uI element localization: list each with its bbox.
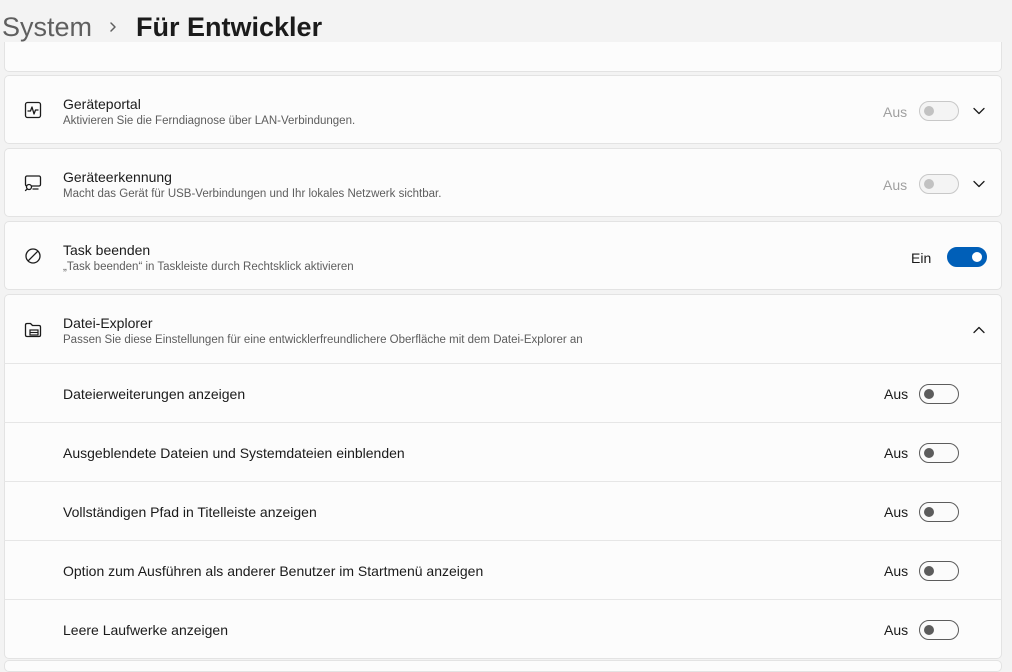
toggle-state-label: Aus [883, 177, 908, 193]
setting-device-portal[interactable]: Geräteportal Aktivieren Sie die Ferndiag… [4, 75, 1002, 144]
chevron-down-icon[interactable] [971, 176, 987, 192]
setting-file-explorer[interactable]: Datei-Explorer Passen Sie diese Einstell… [4, 294, 1002, 364]
setting-device-discovery[interactable]: Geräteerkennung Macht das Gerät für USB-… [4, 148, 1002, 217]
setting-description: Aktivieren Sie die Ferndiagnose über LAN… [63, 115, 356, 127]
show-extensions-toggle[interactable] [919, 384, 959, 404]
page-title: Für Entwickler [136, 11, 323, 42]
setting-description: „Task beenden“ in Taskleiste durch Recht… [63, 261, 354, 273]
option-label: Ausgeblendete Dateien und Systemdateien … [63, 445, 405, 461]
full-path-toggle[interactable] [919, 502, 959, 522]
setting-end-task[interactable]: Task beenden „Task beenden“ in Taskleist… [4, 221, 1002, 290]
previous-card-stub [4, 42, 1002, 72]
setting-title: Geräteportal [63, 96, 141, 112]
file-explorer-option: Vollständigen Pfad in Titelleiste anzeig… [4, 481, 1002, 540]
setting-description: Macht das Gerät für USB-Verbindungen und… [63, 188, 442, 200]
device-search-icon [23, 173, 43, 193]
folder-icon [23, 320, 43, 340]
file-explorer-option: Option zum Ausführen als anderer Benutze… [4, 540, 1002, 599]
chevron-up-icon[interactable] [971, 322, 987, 338]
show-hidden-files-toggle[interactable] [919, 443, 959, 463]
toggle-state-label: Ein [911, 250, 932, 266]
block-icon [23, 246, 43, 266]
toggle-state-label: Aus [884, 445, 909, 461]
pulse-monitor-icon [23, 100, 43, 120]
end-task-toggle[interactable] [947, 247, 987, 267]
file-explorer-option: Ausgeblendete Dateien und Systemdateien … [4, 422, 1002, 481]
next-card-stub [4, 660, 1002, 672]
option-label: Option zum Ausführen als anderer Benutze… [63, 563, 484, 579]
chevron-right-icon [108, 21, 118, 33]
file-explorer-option: Dateierweiterungen anzeigen Aus [4, 363, 1002, 422]
setting-description: Passen Sie diese Einstellungen für eine … [63, 334, 583, 346]
file-explorer-option: Leere Laufwerke anzeigen Aus [4, 599, 1002, 659]
toggle-state-label: Aus [884, 386, 909, 402]
toggle-state-label: Aus [884, 622, 909, 638]
toggle-state-label: Aus [884, 504, 909, 520]
setting-title: Task beenden [63, 242, 151, 258]
chevron-down-icon[interactable] [971, 103, 987, 119]
device-portal-toggle[interactable] [919, 101, 959, 121]
empty-drives-toggle[interactable] [919, 620, 959, 640]
setting-title: Geräteerkennung [63, 169, 172, 185]
breadcrumb-system[interactable]: System [2, 12, 92, 43]
toggle-state-label: Aus [884, 563, 909, 579]
toggle-state-label: Aus [883, 104, 908, 120]
device-discovery-toggle[interactable] [919, 174, 959, 194]
run-as-other-user-toggle[interactable] [919, 561, 959, 581]
option-label: Vollständigen Pfad in Titelleiste anzeig… [63, 504, 317, 520]
setting-title: Datei-Explorer [63, 315, 153, 331]
option-label: Leere Laufwerke anzeigen [63, 622, 229, 638]
option-label: Dateierweiterungen anzeigen [63, 386, 246, 402]
